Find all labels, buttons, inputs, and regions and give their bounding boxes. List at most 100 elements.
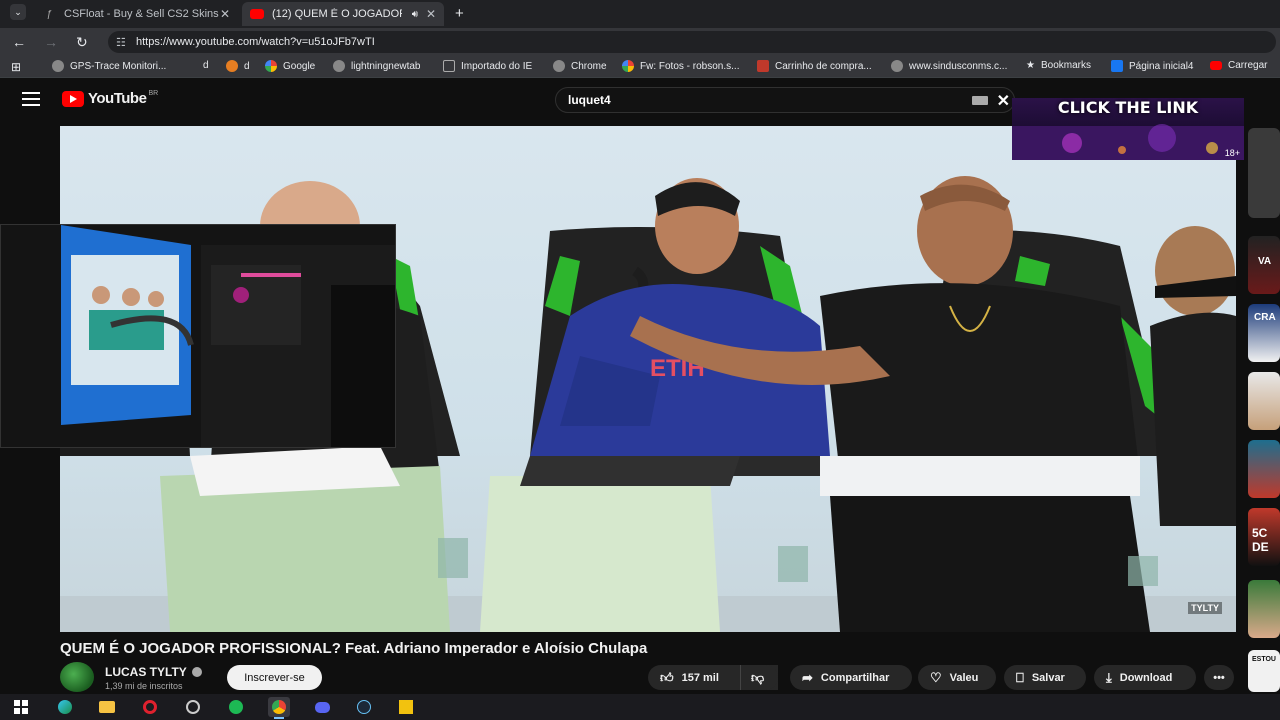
tab-title: CSFloat - Buy & Sell CS2 Skins (64, 8, 219, 20)
thumbs-up-icon: 👍︎ (660, 669, 674, 685)
ad-banner[interactable]: CLICK THE LINK 18+ (1012, 98, 1244, 160)
facebook-icon (1111, 60, 1123, 72)
clear-search-icon[interactable]: ✕ (997, 91, 1010, 111)
save-button[interactable]: ⎕ Salvar (1004, 665, 1086, 690)
like-count: 157 mil (681, 671, 719, 684)
bookmark-item[interactable]: Fw: Fotos - robson.s... (622, 60, 739, 72)
google-icon (265, 60, 277, 72)
spotify-icon[interactable] (225, 697, 247, 717)
bookmark-item[interactable]: Chrome (553, 60, 607, 72)
youtube-icon (1210, 61, 1222, 70)
bookmark-item[interactable]: d (203, 60, 209, 71)
webcam-overlay (0, 224, 396, 448)
csfloat-favicon-icon: ƒ (46, 8, 52, 20)
tab-youtube-video[interactable]: (12) QUEM É O JOGADOR P 🔊︎ ✕ (242, 2, 444, 26)
audio-playing-icon[interactable]: 🔊︎ (412, 9, 418, 20)
more-actions-button[interactable]: ••• (1204, 665, 1234, 690)
download-icon: ⤓ (1106, 669, 1112, 685)
steam-icon[interactable] (353, 697, 375, 717)
recommended-thumbnail[interactable]: 5C DE (1248, 508, 1280, 566)
age-rating: 18+ (1224, 148, 1240, 158)
recommended-thumbnail[interactable] (1248, 372, 1280, 430)
ad-headline: CLICK THE LINK (1057, 98, 1199, 117)
bookmark-item[interactable]: Google (265, 60, 315, 72)
bookmark-item[interactable]: www.sindusconms.c... (891, 60, 1007, 72)
forward-button[interactable]: → (44, 34, 58, 50)
google-icon (622, 60, 634, 72)
search-query: luquet4 (568, 93, 611, 107)
country-code: BR (148, 90, 159, 97)
site-info-icon[interactable]: ☷ (116, 36, 126, 49)
bookmark-item[interactable]: ★ Bookmarks (1026, 60, 1091, 71)
url-field[interactable]: ☷ https://www.youtube.com/watch?v=u51oJF… (108, 31, 1276, 53)
download-button[interactable]: ⤓ Download (1094, 665, 1196, 690)
close-tab-icon[interactable]: ✕ (426, 7, 436, 21)
share-button[interactable]: ➦ Compartilhar (790, 665, 912, 690)
windows-taskbar (0, 694, 1280, 720)
new-tab-button[interactable]: + (455, 5, 464, 22)
video-title: QUEM É O JOGADOR PROFISSIONAL? Feat. Adr… (60, 640, 648, 657)
discord-icon[interactable] (311, 697, 333, 717)
tab-title: (12) QUEM É O JOGADOR P (272, 8, 402, 20)
tab-csfloat[interactable]: ƒ CSFloat - Buy & Sell CS2 Skins ✕ (34, 2, 238, 26)
app-icon[interactable] (182, 697, 204, 717)
youtube-logo[interactable]: YouTube BR (62, 90, 158, 107)
star-icon: ★ (1026, 60, 1035, 71)
bookmark-item[interactable]: Página inicial4 (1111, 60, 1194, 72)
tab-list-button[interactable]: ⌄ (10, 4, 26, 20)
keyboard-icon[interactable] (972, 96, 988, 105)
folder-icon (443, 60, 455, 72)
youtube-favicon-icon (250, 9, 264, 19)
recommended-thumbnail[interactable]: VA (1248, 236, 1280, 294)
cart-icon (757, 60, 769, 72)
channel-name-text: LUCAS TYLTY (105, 665, 187, 679)
recommended-thumbnail[interactable]: CRA (1248, 304, 1280, 362)
recommended-thumbnail[interactable]: ESTOU (1248, 650, 1280, 692)
channel-avatar[interactable] (60, 662, 94, 692)
recommended-thumbnail[interactable] (1248, 128, 1280, 218)
back-button[interactable]: ← (12, 34, 26, 50)
url-text: https://www.youtube.com/watch?v=u51oJFb7… (136, 36, 375, 48)
logo-text: YouTube (88, 90, 147, 107)
search-input[interactable]: luquet4 ✕ (555, 87, 1015, 113)
person-far-right (1150, 226, 1236, 526)
bookmark-item[interactable]: lightningnewtab (333, 60, 421, 72)
globe-icon (333, 60, 345, 72)
globe-icon (52, 60, 64, 72)
browser-tab-bar: ⌄ ƒ CSFloat - Buy & Sell CS2 Skins ✕ (12… (0, 0, 1280, 28)
channel-name[interactable]: LUCAS TYLTY (105, 665, 202, 679)
channel-watermark: TYLTY (1188, 602, 1222, 614)
app-icon[interactable] (395, 697, 417, 717)
file-explorer-icon[interactable] (96, 697, 118, 717)
globe-icon (553, 60, 565, 72)
bookmark-item[interactable]: Importado do IE (443, 60, 532, 72)
bookmark-favicon-icon (226, 60, 238, 72)
chrome-icon[interactable] (268, 697, 290, 719)
edge-icon[interactable] (54, 697, 76, 717)
windows-start-icon[interactable] (10, 697, 32, 717)
thumbs-down-icon: 👎︎ (751, 669, 765, 685)
menu-icon[interactable] (22, 92, 40, 106)
reload-button[interactable]: ↻ (76, 34, 88, 51)
verified-icon (191, 667, 202, 677)
webcam-frame (1, 225, 395, 447)
address-bar-row: ← → ↻ ☷ https://www.youtube.com/watch?v=… (0, 28, 1280, 56)
youtube-play-icon (62, 90, 84, 107)
bookmark-item[interactable]: d (226, 60, 250, 72)
globe-icon (891, 60, 903, 72)
opera-icon[interactable] (139, 697, 161, 717)
bookmark-item[interactable]: Carrinho de compra... (757, 60, 872, 72)
bookmark-item[interactable]: Carregar (1210, 60, 1267, 71)
subscribe-button[interactable]: Inscrever-se (227, 665, 322, 690)
recommended-thumbnail[interactable] (1248, 440, 1280, 498)
super-thanks-icon: ♡ (930, 669, 942, 685)
bookmark-icon: ⎕ (1016, 669, 1024, 685)
bookmark-item[interactable]: GPS-Trace Monitori... (52, 60, 166, 72)
thanks-button[interactable]: ♡ Valeu (918, 665, 996, 690)
subscriber-count: 1,39 mi de inscritos (105, 681, 183, 691)
close-tab-icon[interactable]: ✕ (220, 7, 230, 21)
bookmarks-bar: ⊞ GPS-Trace Monitori... d d Google light… (0, 56, 1280, 78)
dislike-button[interactable]: 👎︎ (740, 665, 778, 690)
recommended-thumbnail[interactable] (1248, 580, 1280, 638)
apps-grid-icon[interactable]: ⊞ (11, 60, 21, 74)
